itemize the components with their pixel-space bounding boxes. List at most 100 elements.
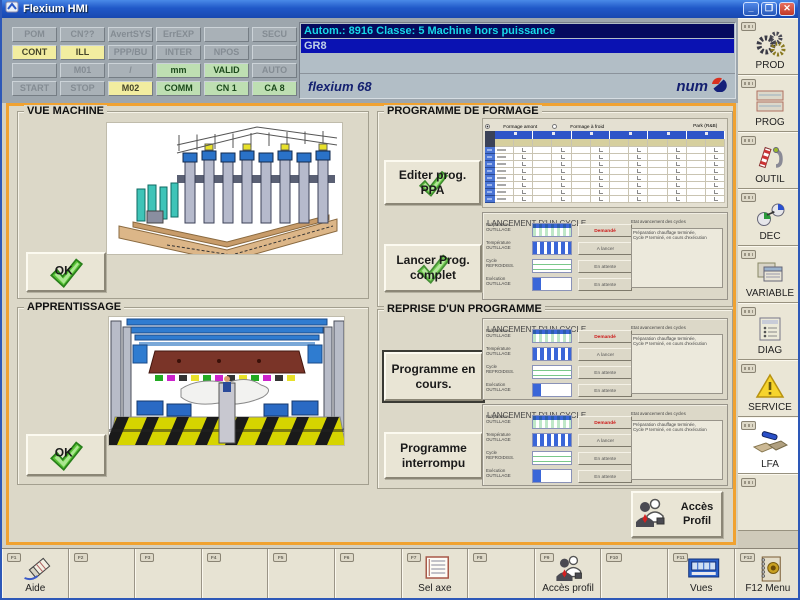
table-cell[interactable] bbox=[572, 168, 591, 175]
table-cell[interactable] bbox=[668, 168, 687, 175]
table-cell[interactable] bbox=[648, 147, 667, 154]
sidebar-item-dec[interactable]: DEC bbox=[738, 189, 800, 246]
bottom-button-f8[interactable]: F8 bbox=[468, 549, 535, 598]
cycle-status-button[interactable]: A lancer bbox=[578, 242, 632, 255]
table-cell[interactable] bbox=[629, 175, 648, 182]
table-cell[interactable] bbox=[514, 147, 533, 154]
table-cell[interactable] bbox=[533, 189, 552, 196]
table-cell[interactable] bbox=[572, 182, 591, 189]
bottom-button-f10[interactable]: F10 bbox=[601, 549, 668, 598]
row-selector[interactable] bbox=[485, 168, 495, 175]
table-cell[interactable] bbox=[706, 161, 725, 168]
table-cell[interactable] bbox=[514, 189, 533, 196]
table-cell[interactable] bbox=[552, 168, 571, 175]
toolbar-button-ca-8[interactable]: CA 8 bbox=[252, 81, 297, 96]
table-cell[interactable] bbox=[533, 175, 552, 182]
table-cell[interactable] bbox=[591, 175, 610, 182]
toolbar-button-ppp-bu[interactable]: PPP/BU bbox=[108, 45, 153, 60]
table-cell[interactable] bbox=[687, 161, 706, 168]
table-row[interactable] bbox=[485, 175, 725, 182]
table-cell[interactable] bbox=[668, 196, 687, 203]
table-cell[interactable] bbox=[572, 189, 591, 196]
cycle-status-button[interactable]: Demandé bbox=[578, 224, 632, 237]
formage-radio-formage-froid[interactable]: Formage à froid bbox=[552, 122, 615, 131]
table-cell[interactable] bbox=[648, 182, 667, 189]
toolbar-button-cn-1[interactable]: CN 1 bbox=[204, 81, 249, 96]
table-cell[interactable] bbox=[572, 196, 591, 203]
toolbar-button-mm[interactable]: mm bbox=[156, 63, 201, 78]
table-cell[interactable] bbox=[495, 147, 514, 154]
table-cell[interactable] bbox=[706, 168, 725, 175]
table-cell[interactable] bbox=[591, 196, 610, 203]
toolbar-button-pom[interactable]: POM bbox=[12, 27, 57, 42]
toolbar-button-blank[interactable] bbox=[204, 27, 249, 42]
table-cell[interactable] bbox=[552, 182, 571, 189]
table-cell[interactable] bbox=[610, 154, 629, 161]
toolbar-button-inter[interactable]: INTER bbox=[156, 45, 201, 60]
toolbar-button-ill[interactable]: ILL bbox=[60, 45, 105, 60]
row-selector[interactable] bbox=[485, 161, 495, 168]
table-cell[interactable] bbox=[495, 196, 514, 203]
table-cell[interactable] bbox=[552, 175, 571, 182]
table-cell[interactable] bbox=[629, 182, 648, 189]
table-cell[interactable] bbox=[629, 154, 648, 161]
bottom-button-sel-axe[interactable]: F7Sel axe bbox=[402, 549, 469, 598]
cycle-status-button[interactable]: En attente bbox=[578, 278, 632, 291]
table-cell[interactable] bbox=[706, 189, 725, 196]
bottom-button-f6[interactable]: F6 bbox=[335, 549, 402, 598]
table-cell[interactable] bbox=[552, 147, 571, 154]
table-cell[interactable] bbox=[706, 196, 725, 203]
table-cell[interactable] bbox=[648, 161, 667, 168]
table-row[interactable] bbox=[485, 147, 725, 154]
editer-prog-ppa-button[interactable]: Editer prog. PPA bbox=[384, 160, 481, 205]
table-cell[interactable] bbox=[495, 154, 514, 161]
minimize-icon[interactable]: _ bbox=[743, 2, 759, 16]
sidebar-item-prog[interactable]: PROG bbox=[738, 75, 800, 132]
programme-en-cours-button[interactable]: Programme en cours. bbox=[384, 352, 483, 401]
row-selector[interactable] bbox=[485, 147, 495, 154]
table-cell[interactable] bbox=[591, 147, 610, 154]
table-row[interactable] bbox=[485, 161, 725, 168]
table-cell[interactable] bbox=[706, 154, 725, 161]
toolbar-button-comm[interactable]: COMM bbox=[156, 81, 201, 96]
table-cell[interactable] bbox=[552, 161, 571, 168]
table-cell[interactable] bbox=[591, 189, 610, 196]
table-cell[interactable] bbox=[533, 161, 552, 168]
table-cell[interactable] bbox=[687, 189, 706, 196]
sidebar-item-lfa[interactable]: LFA bbox=[738, 417, 800, 474]
table-row[interactable] bbox=[485, 154, 725, 161]
bottom-button-f2[interactable]: F2 bbox=[69, 549, 136, 598]
programme-interrompu-button[interactable]: Programme interrompu bbox=[384, 432, 483, 479]
table-cell[interactable] bbox=[514, 175, 533, 182]
close-icon[interactable]: ✕ bbox=[779, 2, 795, 16]
row-selector[interactable] bbox=[485, 189, 495, 196]
table-cell[interactable] bbox=[629, 168, 648, 175]
restore-icon[interactable]: ❐ bbox=[761, 2, 777, 16]
table-cell[interactable] bbox=[687, 168, 706, 175]
table-cell[interactable] bbox=[514, 161, 533, 168]
table-cell[interactable] bbox=[572, 147, 591, 154]
table-cell[interactable] bbox=[552, 189, 571, 196]
table-cell[interactable] bbox=[552, 154, 571, 161]
table-cell[interactable] bbox=[572, 161, 591, 168]
table-cell[interactable] bbox=[533, 196, 552, 203]
cycle-status-button[interactable]: En attente bbox=[578, 452, 632, 465]
table-cell[interactable] bbox=[648, 189, 667, 196]
row-selector[interactable] bbox=[485, 182, 495, 189]
table-cell[interactable] bbox=[495, 182, 514, 189]
sidebar-item-outil[interactable]: OUTIL bbox=[738, 132, 800, 189]
sidebar-item-blank[interactable] bbox=[738, 474, 800, 531]
toolbar-button-blank[interactable]: / bbox=[108, 63, 153, 78]
bottom-button-aide[interactable]: F1Aide bbox=[2, 549, 69, 598]
sidebar-item-prod[interactable]: PROD bbox=[738, 18, 800, 75]
toolbar-button-start[interactable]: START bbox=[12, 81, 57, 96]
table-cell[interactable] bbox=[687, 196, 706, 203]
table-cell[interactable] bbox=[668, 182, 687, 189]
table-cell[interactable] bbox=[610, 168, 629, 175]
toolbar-button-stop[interactable]: STOP bbox=[60, 81, 105, 96]
formage-radio-formage-amont[interactable]: Formage amont bbox=[485, 122, 548, 131]
lancer-prog-complet-button[interactable]: Lancer Prog. complet bbox=[384, 244, 482, 292]
table-cell[interactable] bbox=[591, 182, 610, 189]
sidebar-item-variable[interactable]: VARIABLE bbox=[738, 246, 800, 303]
table-cell[interactable] bbox=[629, 189, 648, 196]
